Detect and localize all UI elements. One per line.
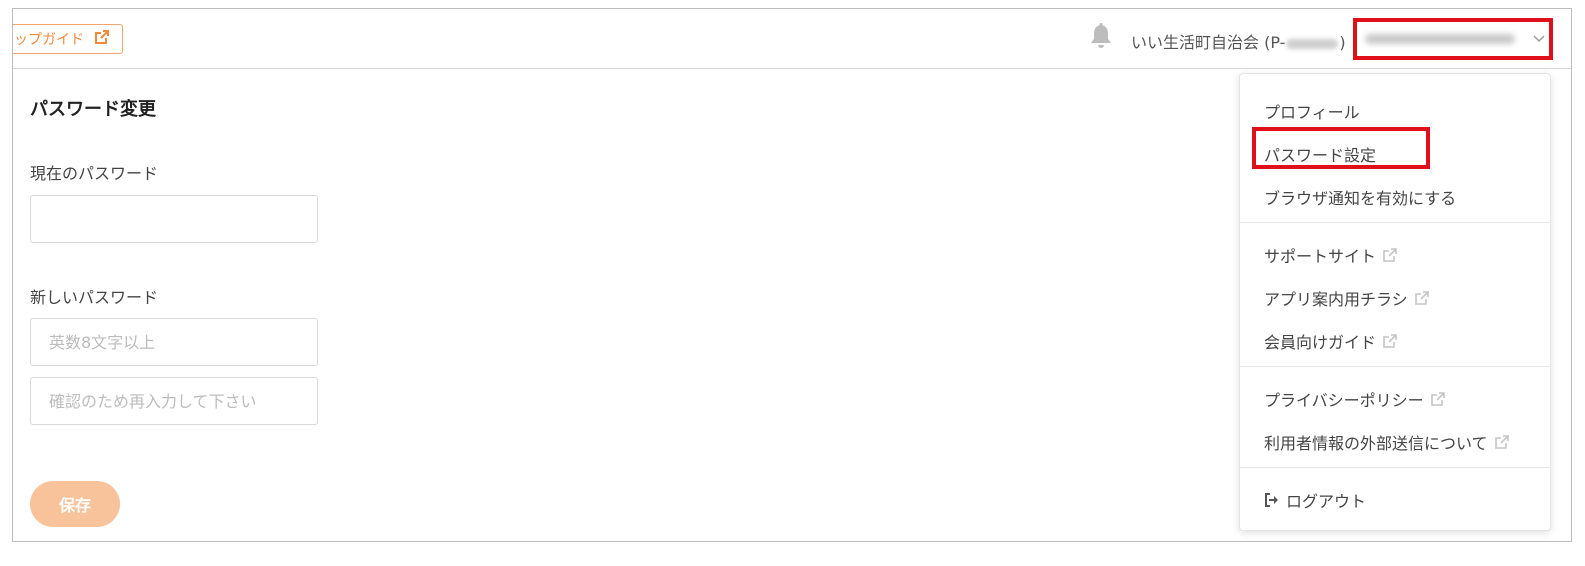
- logout-icon: [1264, 492, 1280, 508]
- guide-link-button[interactable]: ップガイド: [13, 24, 123, 54]
- menu-item-label: ブラウザ通知を有効にする: [1264, 189, 1457, 208]
- external-link-icon: [1494, 434, 1510, 450]
- menu-item-member-guide[interactable]: 会員向けガイド: [1264, 329, 1398, 353]
- new-password-label: 新しいパスワード: [30, 288, 159, 307]
- menu-item-profile[interactable]: プロフィール: [1264, 99, 1360, 123]
- external-link-icon: [94, 29, 110, 49]
- page-title: パスワード変更: [30, 99, 156, 120]
- menu-item-label: プライバシーポリシー: [1264, 391, 1424, 410]
- confirm-password-input[interactable]: [30, 377, 318, 425]
- menu-item-privacy-policy[interactable]: プライバシーポリシー: [1264, 387, 1446, 411]
- menu-divider: [1240, 467, 1550, 468]
- external-link-icon: [1382, 247, 1398, 263]
- bell-icon[interactable]: [1089, 21, 1113, 49]
- top-header: ップガイド いい生活町自治会 (P-): [13, 9, 1571, 69]
- current-password-input[interactable]: [30, 195, 318, 243]
- user-account-dropdown[interactable]: [1353, 18, 1553, 60]
- menu-item-password-settings[interactable]: パスワード設定: [1264, 142, 1376, 166]
- current-password-label: 現在のパスワード: [30, 164, 159, 183]
- menu-item-browser-notifications[interactable]: ブラウザ通知を有効にする: [1264, 185, 1456, 209]
- external-link-icon: [1414, 290, 1430, 306]
- organization-prefix: いい生活町自治会 (P-: [1131, 33, 1286, 52]
- menu-item-label: アプリ案内用チラシ: [1264, 290, 1408, 309]
- app-frame: ップガイド いい生活町自治会 (P-) パスワード変更 現在のパスワード 新しい…: [12, 8, 1572, 542]
- menu-item-label: プロフィール: [1264, 103, 1360, 122]
- user-dropdown-menu: プロフィール パスワード設定 ブラウザ通知を有効にする サポートサイト アプリ案…: [1239, 73, 1551, 531]
- organization-name: いい生活町自治会 (P-): [1131, 29, 1346, 53]
- menu-item-app-flyer[interactable]: アプリ案内用チラシ: [1264, 286, 1430, 310]
- save-button[interactable]: 保存: [30, 481, 120, 527]
- menu-divider: [1240, 366, 1550, 367]
- menu-item-external-transmission[interactable]: 利用者情報の外部送信について: [1264, 430, 1510, 454]
- new-password-input[interactable]: [30, 318, 318, 366]
- menu-item-label: ログアウト: [1286, 492, 1367, 511]
- guide-link-label: ップガイド: [14, 32, 84, 48]
- menu-item-label: サポートサイト: [1264, 247, 1377, 266]
- redacted-organization-id: [1286, 38, 1339, 49]
- organization-suffix: ): [1339, 33, 1346, 52]
- chevron-down-icon: [1533, 32, 1545, 46]
- menu-item-logout[interactable]: ログアウト: [1264, 488, 1366, 512]
- redacted-user-email: [1365, 34, 1515, 44]
- menu-divider: [1240, 222, 1550, 223]
- external-link-icon: [1382, 333, 1398, 349]
- menu-item-label: 利用者情報の外部送信について: [1264, 434, 1488, 453]
- menu-item-label: パスワード設定: [1264, 146, 1377, 165]
- external-link-icon: [1430, 391, 1446, 407]
- menu-item-support-site[interactable]: サポートサイト: [1264, 243, 1398, 267]
- menu-item-label: 会員向けガイド: [1264, 333, 1377, 352]
